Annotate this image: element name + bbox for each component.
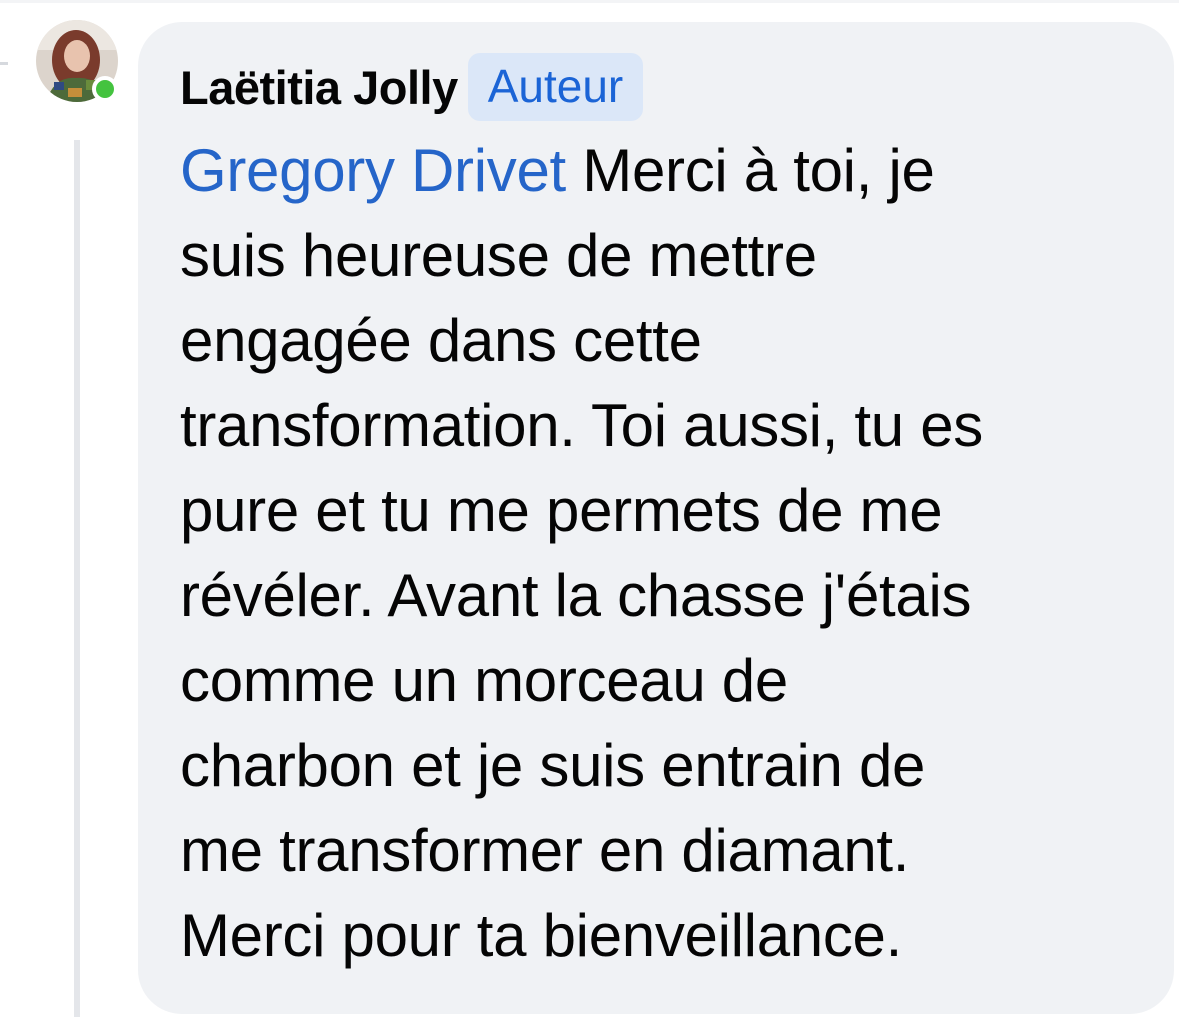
comment-bubble: Laëtitia Jolly Auteur Gregory Drivet Mer… — [138, 22, 1174, 1014]
avatar[interactable] — [36, 20, 118, 104]
reply-thread-line — [74, 140, 80, 1017]
author-badge: Auteur — [467, 53, 644, 121]
mention-link[interactable]: Gregory Drivet — [180, 137, 566, 204]
comment-line-text: Merci à toi, je — [565, 137, 935, 204]
comment-text: Gregory Drivet Merci à toi, je suis heur… — [180, 128, 1154, 978]
comment-line: pure et tu me permets de me — [180, 477, 943, 544]
comment-header: Laëtitia Jolly Auteur — [180, 52, 1154, 122]
comment-line: engagée dans cette — [180, 307, 702, 374]
author-name[interactable]: Laëtitia Jolly — [180, 60, 458, 115]
top-edge — [0, 0, 1179, 3]
comment-line: me transformer en diamant. — [180, 817, 910, 884]
comment-line: révéler. Avant la chasse j'étais — [180, 562, 972, 629]
comment-line: comme un morceau de — [180, 647, 788, 714]
comment-line: Merci pour ta bienveillance. — [180, 902, 902, 969]
comment-line: suis heureuse de mettre — [180, 222, 817, 289]
comment-line: transformation. Toi aussi, tu es — [180, 392, 984, 459]
online-status-icon — [92, 76, 118, 102]
comment-line: charbon et je suis entrain de — [180, 732, 926, 799]
thread-connector — [0, 62, 8, 65]
comment-line: Gregory Drivet Merci à toi, je — [180, 128, 1154, 213]
